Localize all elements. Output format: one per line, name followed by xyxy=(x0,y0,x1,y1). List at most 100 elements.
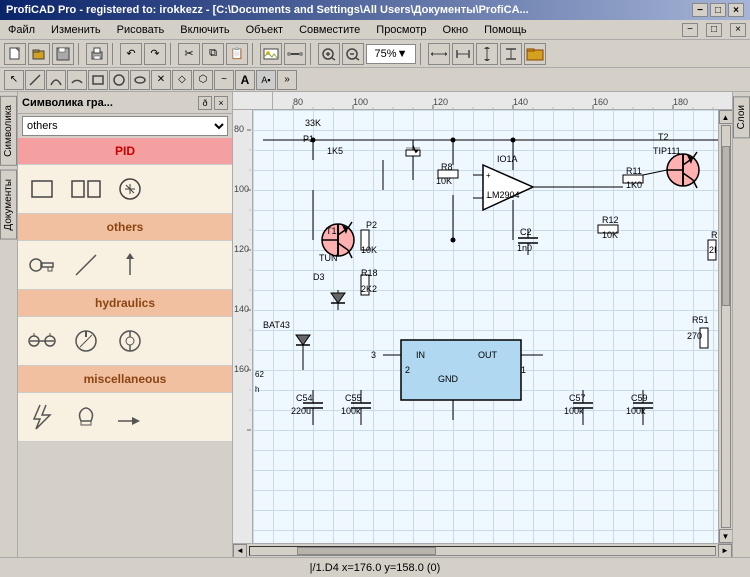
hydraulics-section: hydraulics xyxy=(18,290,232,366)
others-symbol-up-arrow[interactable] xyxy=(110,245,150,285)
others-symbol-key[interactable] xyxy=(22,245,62,285)
label-r8: R8 xyxy=(441,162,453,172)
vertical-scrollbar[interactable]: ▲ ▼ xyxy=(718,110,732,543)
inner-minimize-button[interactable]: − xyxy=(682,23,698,37)
arc-tool[interactable] xyxy=(67,70,87,90)
new-button[interactable] xyxy=(4,43,26,65)
hydraulics-symbols xyxy=(18,317,232,365)
menu-window[interactable]: Окно xyxy=(439,23,473,37)
hydraulics-symbol-3[interactable] xyxy=(110,321,150,361)
folder-button[interactable] xyxy=(524,43,546,65)
circuit-svg: + − xyxy=(253,110,718,543)
arrows-button4[interactable] xyxy=(500,43,522,65)
menu-edit[interactable]: Изменить xyxy=(47,23,105,37)
scroll-right-button[interactable]: ► xyxy=(718,544,732,558)
tab-dokumenty[interactable]: Документы xyxy=(0,170,17,240)
zoom-selector[interactable]: 75% ▼ xyxy=(366,44,416,64)
undo-button[interactable]: ↶ xyxy=(120,43,142,65)
misc-symbol-lamp[interactable] xyxy=(66,397,106,437)
polygon-tool[interactable]: ⬡ xyxy=(193,70,213,90)
label-t1: T1 xyxy=(326,226,337,236)
print-button[interactable] xyxy=(86,43,108,65)
line-tool[interactable] xyxy=(25,70,45,90)
open-button[interactable] xyxy=(28,43,50,65)
label-io1a: IO1A xyxy=(497,154,518,164)
redo-button[interactable]: ↷ xyxy=(144,43,166,65)
pointer-tool[interactable]: ↖ xyxy=(4,70,24,90)
label-tool[interactable]: A▪ xyxy=(256,70,276,90)
ellipse-tool[interactable] xyxy=(130,70,150,90)
sidebar-pin[interactable]: ð xyxy=(198,96,212,110)
hydraulics-header[interactable]: hydraulics xyxy=(18,290,232,317)
svg-text:OUT: OUT xyxy=(478,350,498,360)
menu-draw[interactable]: Рисовать xyxy=(113,23,169,37)
horizontal-scrollbar[interactable]: ◄ ► xyxy=(233,543,732,557)
menu-view[interactable]: Просмотр xyxy=(372,23,430,37)
menu-help[interactable]: Помощь xyxy=(480,23,531,37)
others-header[interactable]: others xyxy=(18,214,232,241)
pid-symbol-3[interactable] xyxy=(110,169,150,209)
save-button[interactable] xyxy=(52,43,74,65)
scroll-thumb-horizontal[interactable] xyxy=(297,547,437,555)
label-220u: 220u xyxy=(291,406,311,416)
scroll-down-button[interactable]: ▼ xyxy=(719,529,733,543)
pid-section: PID xyxy=(18,138,232,214)
arrows-button2[interactable] xyxy=(452,43,474,65)
wires-button[interactable] xyxy=(284,43,306,65)
copy-button[interactable]: ⧉ xyxy=(202,43,224,65)
hydraulics-symbol-2[interactable] xyxy=(66,321,106,361)
tools-bar: ↖ ✕ ◇ ⬡ ~ A A▪ » xyxy=(0,68,750,92)
cut-button[interactable]: ✂ xyxy=(178,43,200,65)
label-c57: C57 xyxy=(569,393,586,403)
curve-tool[interactable] xyxy=(46,70,66,90)
drawing-area: 80 100 120 140 160 180 xyxy=(233,92,732,557)
tab-symbolika[interactable]: Символика xyxy=(0,96,17,166)
inner-close-button[interactable]: × xyxy=(730,23,746,37)
menu-align[interactable]: Совместите xyxy=(295,23,364,37)
rect-tool[interactable] xyxy=(88,70,108,90)
tab-sloi[interactable]: Слои xyxy=(733,96,750,138)
scroll-track-vertical[interactable] xyxy=(721,125,731,528)
menu-file[interactable]: Файл xyxy=(4,23,39,37)
zoom-out-button[interactable] xyxy=(342,43,364,65)
label-1n0: 1n0 xyxy=(517,243,532,253)
inner-restore-button[interactable]: □ xyxy=(706,23,722,37)
scroll-up-button[interactable]: ▲ xyxy=(719,110,733,124)
arrows-button3[interactable] xyxy=(476,43,498,65)
label-r: R xyxy=(711,230,718,240)
scroll-left-button[interactable]: ◄ xyxy=(233,544,247,558)
hydraulics-symbol-1[interactable] xyxy=(22,321,62,361)
sidebar-close[interactable]: × xyxy=(214,96,228,110)
more-tools[interactable]: » xyxy=(277,70,297,90)
menu-object[interactable]: Объект xyxy=(242,23,287,37)
zoom-in-button[interactable] xyxy=(318,43,340,65)
text-tool[interactable]: A xyxy=(235,70,255,90)
label-r51: R51 xyxy=(692,315,709,325)
pid-symbol-1[interactable] xyxy=(22,169,62,209)
circle-tool[interactable] xyxy=(109,70,129,90)
misc-symbol-lightning[interactable] xyxy=(22,397,62,437)
misc-symbol-arrow2[interactable] xyxy=(110,397,150,437)
menu-include[interactable]: Включить xyxy=(176,23,233,37)
circuit-canvas[interactable]: + − xyxy=(253,110,718,543)
misc-section: miscellaneous xyxy=(18,366,232,442)
bezier-tool[interactable]: ~ xyxy=(214,70,234,90)
minimize-button[interactable]: − xyxy=(692,3,708,17)
pid-header[interactable]: PID xyxy=(18,138,232,165)
diamond-tool[interactable]: ◇ xyxy=(172,70,192,90)
pid-symbol-2[interactable] xyxy=(66,169,106,209)
misc-header[interactable]: miscellaneous xyxy=(18,366,232,393)
paste-button[interactable]: 📋 xyxy=(226,43,248,65)
scroll-track-horizontal[interactable] xyxy=(249,546,716,556)
svg-text:IN: IN xyxy=(416,350,425,360)
cross-tool[interactable]: ✕ xyxy=(151,70,171,90)
close-button[interactable]: × xyxy=(728,3,744,17)
scroll-thumb-vertical[interactable] xyxy=(722,146,730,306)
maximize-button[interactable]: □ xyxy=(710,3,726,17)
arrows-button1[interactable] xyxy=(428,43,450,65)
symbol-area: PID others xyxy=(18,138,232,557)
label-t2: T2 xyxy=(658,132,669,142)
others-symbol-arrow[interactable] xyxy=(66,245,106,285)
category-select[interactable]: others PID hydraulics miscellaneous xyxy=(22,116,228,136)
image-button[interactable] xyxy=(260,43,282,65)
